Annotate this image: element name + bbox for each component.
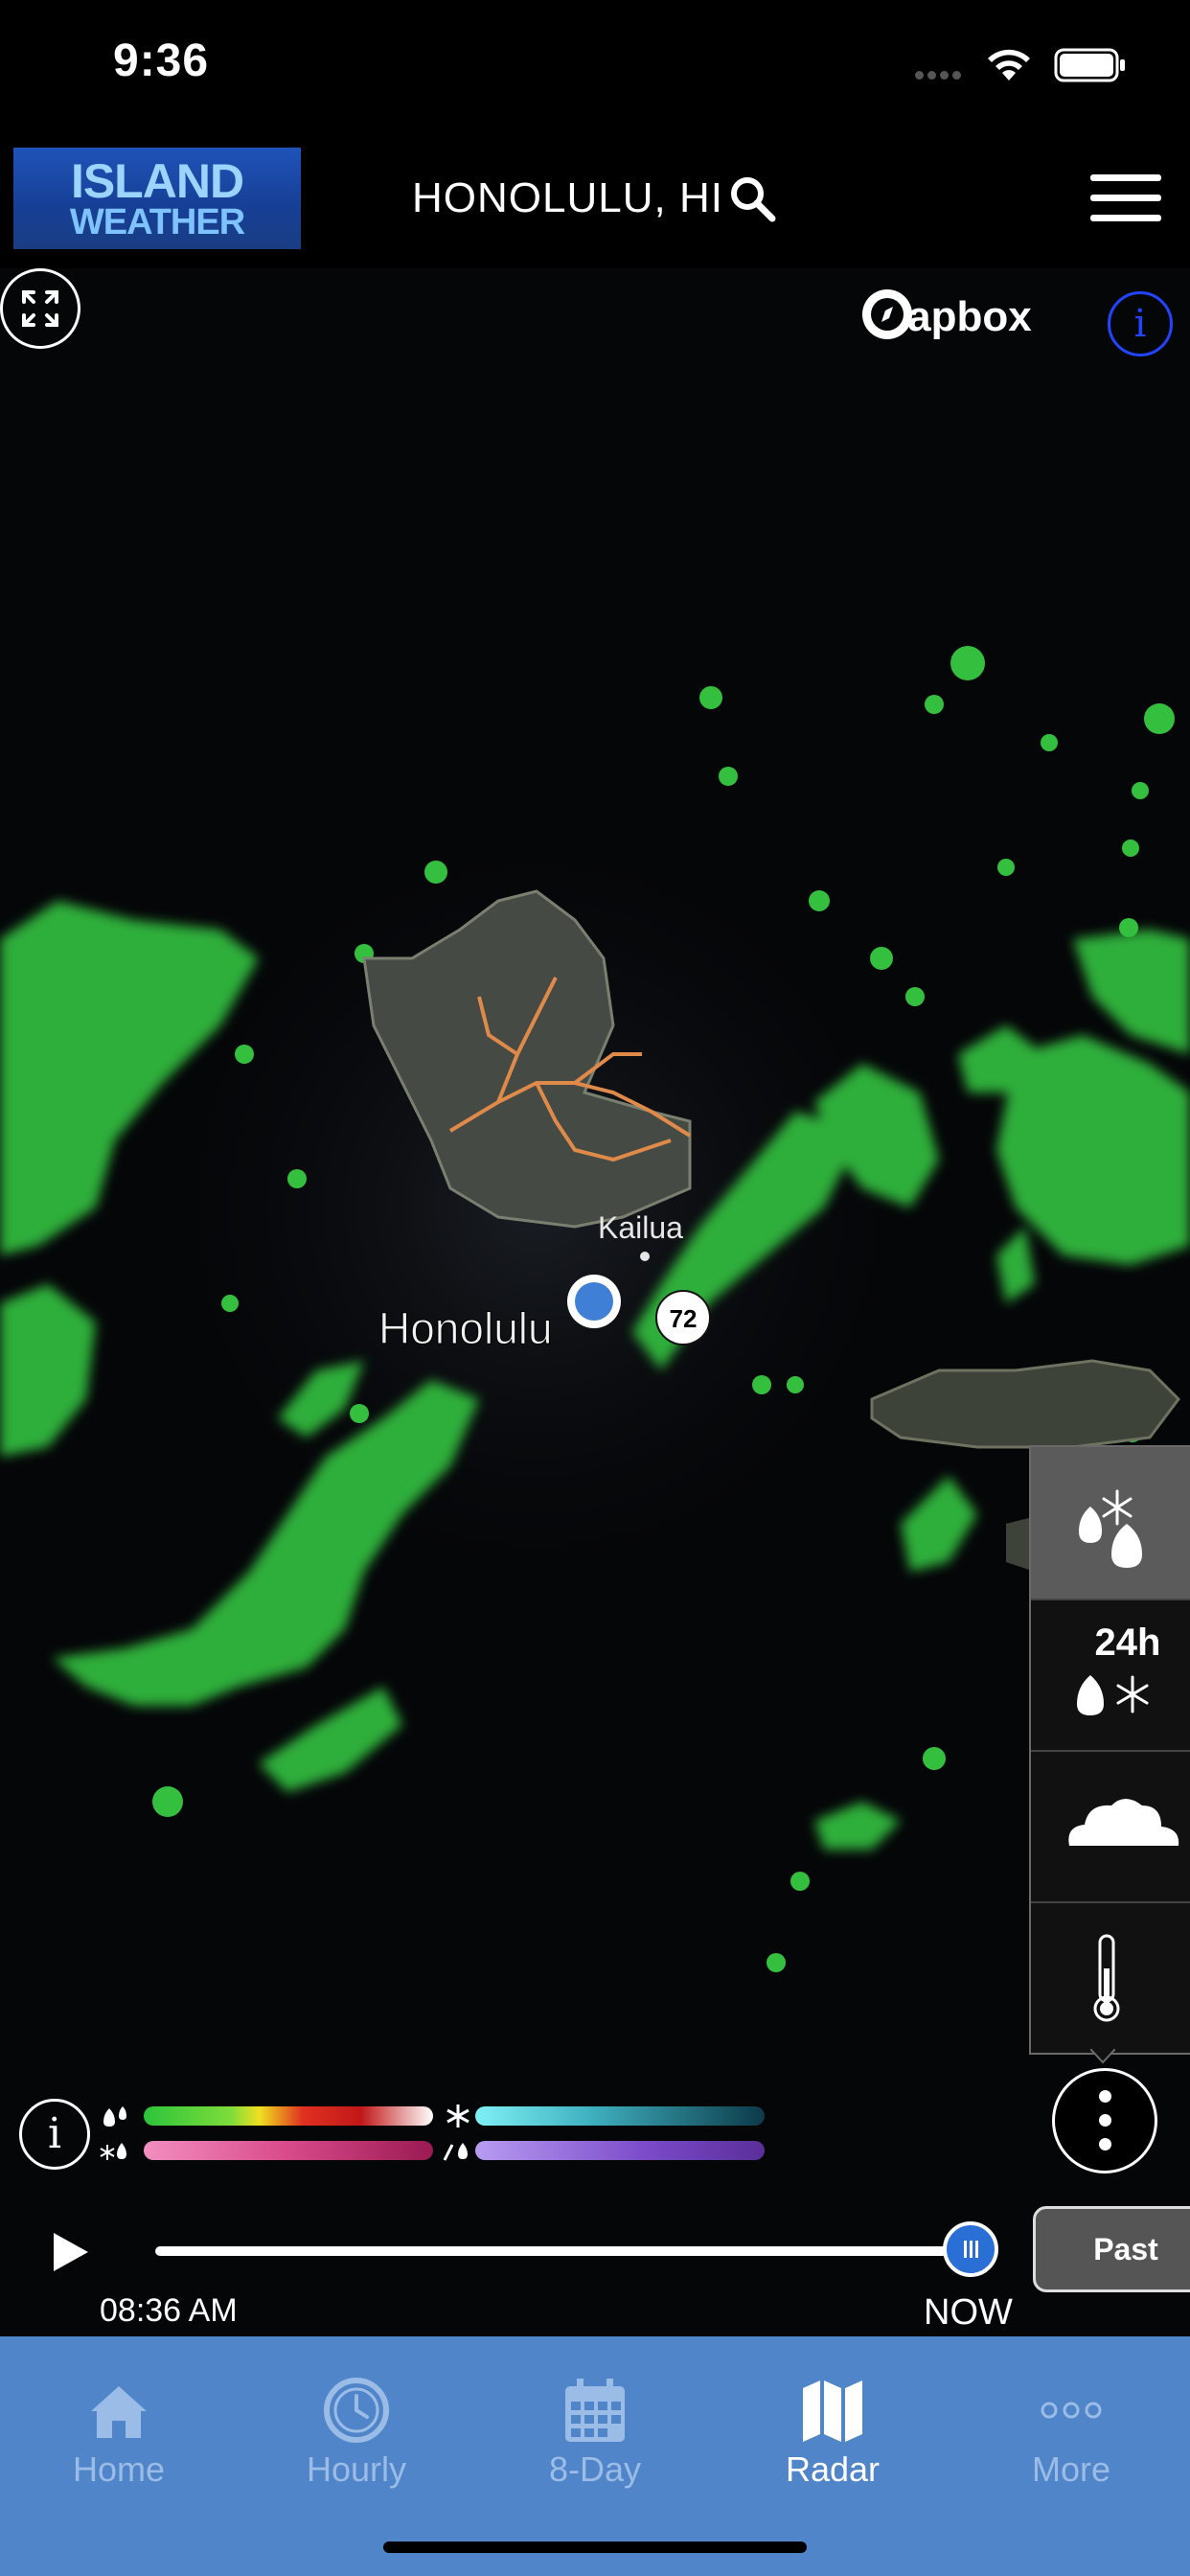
tab-radar[interactable]: Radar (714, 2336, 951, 2528)
snow-legend-icon (446, 2104, 469, 2128)
cloud-icon (1068, 1799, 1179, 1846)
radar-timeline: 08:36 AM NOW Past (0, 2195, 1190, 2336)
play-icon[interactable] (52, 2231, 90, 2273)
tab-8-day[interactable]: 8-Day (476, 2336, 714, 2528)
ice-legend-icon (443, 2143, 468, 2161)
timeline-start-time: 08:36 AM (100, 2292, 238, 2329)
layer-radar-precip[interactable] (1031, 1447, 1190, 1600)
battery-icon (1054, 48, 1125, 82)
app-header: ISLAND WEATHER HONOLULU, HI (0, 134, 1190, 268)
kailua-dot (640, 1252, 650, 1261)
tab-more[interactable]: More (952, 2336, 1190, 2528)
wifi-icon (988, 49, 1030, 80)
rain-snow-icon (1079, 1489, 1142, 1568)
mapbox-logo-icon (862, 289, 912, 339)
more-dots-icon (1041, 2402, 1102, 2419)
home-icon (91, 2386, 147, 2438)
mix-legend-icon (100, 2143, 126, 2160)
mix-legend-bar (144, 2141, 433, 2160)
tab-bar: Home Hourly 8-Day Radar More (0, 2336, 1190, 2576)
tab-home[interactable]: Home (0, 2336, 238, 2528)
rain-legend-bar (144, 2106, 433, 2126)
map-canvas: Honolulu Kailua 72 (0, 646, 1190, 1972)
home-indicator (383, 2542, 807, 2553)
rain-snow-24h-icon (1077, 1675, 1149, 1715)
rain-legend-icon (103, 2106, 126, 2127)
layer-clouds[interactable] (1031, 1750, 1190, 1903)
radar-map[interactable]: Honolulu Kailua 72 mapbox i 24h (0, 268, 1190, 2336)
layer-panel-pointer (1090, 2049, 1115, 2064)
map-options-button[interactable] (1052, 2068, 1157, 2174)
tab-8-day-label: 8-Day (548, 2450, 642, 2489)
timeline-track[interactable] (155, 2246, 970, 2256)
fullscreen-expand-icon[interactable] (0, 268, 80, 349)
snow-legend-bar (475, 2106, 765, 2126)
map-label-honolulu: Honolulu (378, 1303, 553, 1353)
ice-legend-bar (475, 2141, 765, 2160)
tab-hourly[interactable]: Hourly (238, 2336, 475, 2528)
map-info-icon[interactable]: i (1108, 291, 1173, 356)
timeline-scrubber[interactable] (943, 2221, 998, 2277)
legend-info-icon[interactable]: i (19, 2099, 90, 2170)
island-weather-logo[interactable]: ISLAND WEATHER (13, 148, 301, 249)
calendar-icon (565, 2379, 625, 2442)
clock-icon (324, 2378, 389, 2443)
cellular-signal-icon (915, 67, 971, 80)
location-name[interactable]: HONOLULU, HI (412, 174, 723, 222)
current-location-dot[interactable] (575, 1282, 613, 1321)
layer-24h-precip[interactable]: 24h (1031, 1598, 1190, 1752)
thermometer-icon (1093, 1934, 1120, 2022)
search-icon[interactable] (728, 174, 778, 224)
timeline-now-label: NOW (924, 2292, 1013, 2333)
route-shield-label: 72 (670, 1304, 698, 1333)
layer-temperature[interactable] (1031, 1901, 1190, 2053)
past-toggle-button[interactable]: Past (1033, 2206, 1190, 2292)
status-time: 9:36 (113, 35, 210, 86)
tab-more-label: More (1031, 2450, 1111, 2489)
molokai-island (870, 1359, 1180, 1449)
logo-line-2: WEATHER (69, 202, 245, 242)
tab-hourly-label: Hourly (306, 2450, 407, 2489)
layer-selector: 24h (1029, 1445, 1190, 2055)
mapbox-attribution: mapbox (860, 288, 1032, 347)
map-label-kailua: Kailua (598, 1210, 683, 1245)
status-bar: 9:36 (0, 0, 1190, 134)
logo-line-1: ISLAND (70, 154, 244, 208)
tab-radar-label: Radar (785, 2450, 881, 2489)
map-icon (803, 2380, 862, 2442)
hamburger-menu-icon[interactable] (1090, 174, 1161, 226)
tab-home-label: Home (72, 2450, 166, 2489)
